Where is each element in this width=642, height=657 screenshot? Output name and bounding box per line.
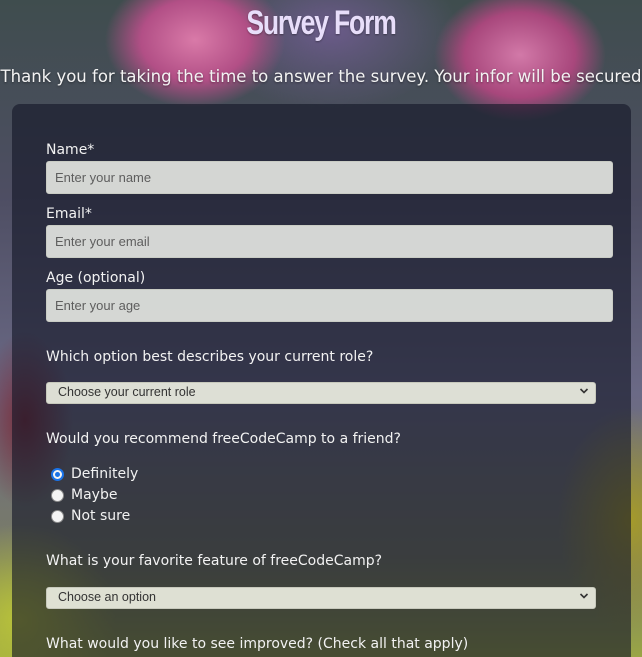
feature-dropdown[interactable]: Choose an option: [46, 587, 596, 609]
name-input[interactable]: [46, 161, 613, 194]
feature-question: What is your favorite feature of freeCod…: [46, 553, 383, 569]
email-label: Email*: [46, 206, 92, 222]
email-input[interactable]: [46, 225, 613, 258]
radio-label: Definitely: [71, 466, 139, 482]
role-question: Which option best describes your current…: [46, 349, 374, 365]
radio-label: Not sure: [71, 508, 131, 524]
chevron-down-icon: [579, 388, 589, 394]
chevron-down-icon: [579, 593, 589, 599]
age-label: Age (optional): [46, 270, 146, 286]
role-dropdown[interactable]: Choose your current role: [46, 382, 596, 404]
radio-button-checked[interactable]: [51, 467, 64, 481]
radio-button[interactable]: [51, 488, 64, 502]
radio-not-sure[interactable]: Not sure: [51, 506, 130, 526]
radio-button[interactable]: [51, 509, 64, 523]
improve-question: What would you like to see improved? (Ch…: [46, 636, 469, 652]
page-title: Survey Form: [246, 4, 396, 42]
page-description: Thank you for taking the time to answer …: [0, 67, 642, 86]
name-label: Name*: [46, 142, 95, 158]
age-input[interactable]: [46, 289, 613, 322]
radio-label: Maybe: [71, 487, 118, 503]
radio-maybe[interactable]: Maybe: [51, 485, 117, 505]
feature-dropdown-value: Choose an option: [58, 590, 156, 604]
radio-definitely[interactable]: Definitely: [51, 464, 138, 484]
recommend-question: Would you recommend freeCodeCamp to a fr…: [46, 431, 401, 447]
role-dropdown-value: Choose your current role: [58, 385, 196, 399]
